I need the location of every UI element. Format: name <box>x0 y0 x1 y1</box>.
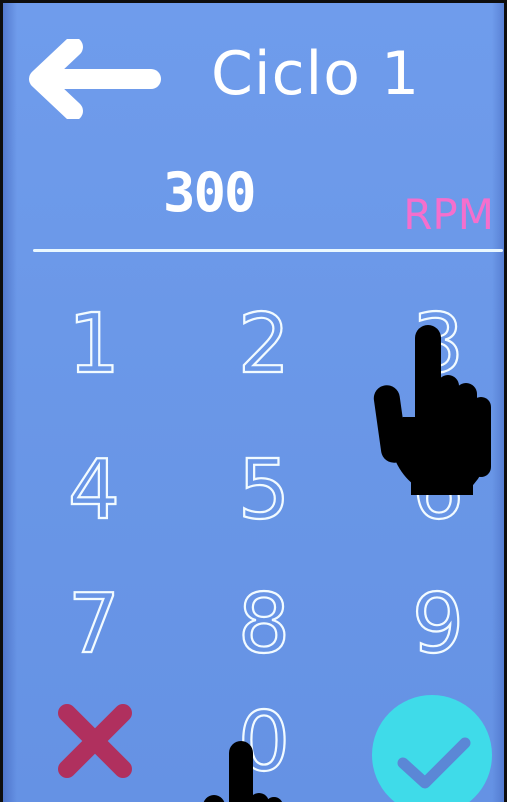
key-9[interactable]: 9 <box>383 575 493 675</box>
x-icon <box>58 704 132 778</box>
device-screen: Ciclo 1 300 RPM 1 2 3 4 5 6 7 8 9 0 <box>0 0 507 802</box>
key-5[interactable]: 5 <box>209 441 319 541</box>
value-display: 300 <box>163 161 257 224</box>
divider <box>33 249 503 252</box>
key-2[interactable]: 2 <box>209 295 319 395</box>
key-0[interactable]: 0 <box>209 693 319 793</box>
key-1[interactable]: 1 <box>39 295 149 395</box>
screen-background <box>3 3 504 802</box>
key-7[interactable]: 7 <box>39 575 149 675</box>
page-title: Ciclo 1 <box>211 39 421 109</box>
key-3[interactable]: 3 <box>383 295 493 395</box>
arrow-left-icon <box>29 39 161 119</box>
back-button[interactable] <box>29 39 161 119</box>
confirm-button[interactable] <box>369 693 495 802</box>
unit-label: RPM <box>403 190 494 239</box>
checkmark-icon <box>372 695 492 802</box>
key-4[interactable]: 4 <box>39 441 149 541</box>
cancel-button[interactable] <box>53 699 137 783</box>
key-6[interactable]: 6 <box>383 441 493 541</box>
key-8[interactable]: 8 <box>209 575 319 675</box>
